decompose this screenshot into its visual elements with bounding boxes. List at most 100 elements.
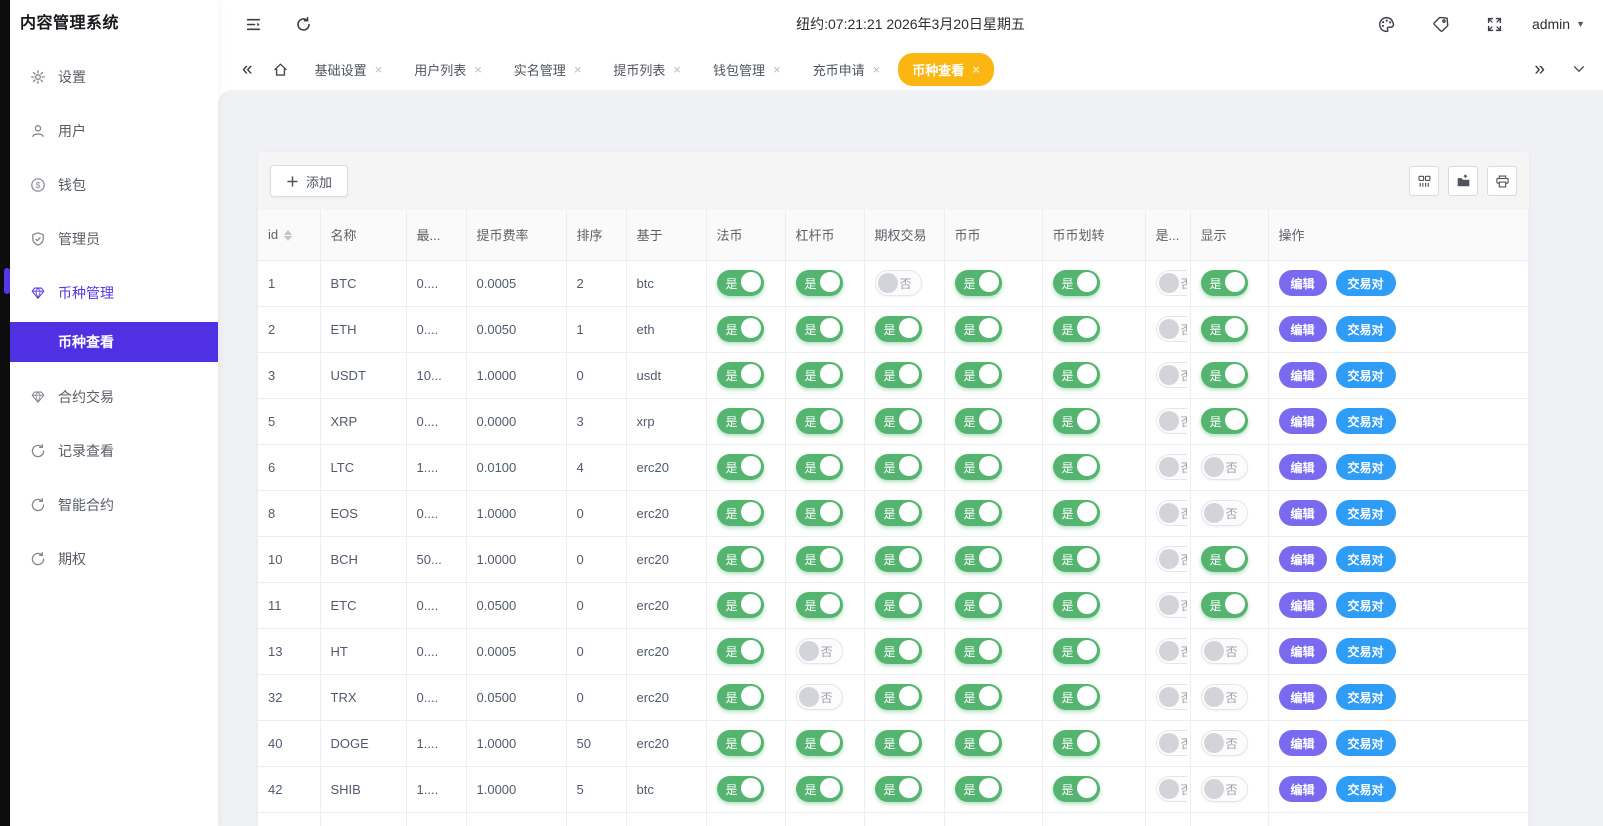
pairs-button[interactable]: 交易对	[1336, 546, 1396, 572]
spot-toggle[interactable]: 是	[955, 592, 1002, 618]
spot-toggle[interactable]: 是	[955, 776, 1002, 802]
flag-toggle[interactable]: 否	[1156, 776, 1187, 802]
display-toggle[interactable]: 否	[1201, 638, 1248, 664]
spot-toggle[interactable]: 是	[955, 454, 1002, 480]
edit-button[interactable]: 编辑	[1279, 592, 1327, 618]
tag-icon[interactable]	[1424, 7, 1458, 41]
close-icon[interactable]: ×	[773, 63, 781, 76]
leverage-toggle[interactable]: 否	[796, 684, 843, 710]
edit-button[interactable]: 编辑	[1279, 454, 1327, 480]
fiat-toggle[interactable]: 是	[717, 592, 764, 618]
flag-toggle[interactable]: 否	[1156, 408, 1187, 434]
spot-toggle[interactable]: 是	[955, 316, 1002, 342]
leverage-toggle[interactable]: 是	[796, 500, 843, 526]
tabs-menu-chevron-icon[interactable]	[1571, 61, 1587, 77]
display-toggle[interactable]: 是	[1201, 592, 1248, 618]
edit-button[interactable]: 编辑	[1279, 500, 1327, 526]
sidebar-item-smart-contract[interactable]: 智能合约	[10, 478, 218, 532]
sidebar-item-settings[interactable]: 设置	[10, 50, 218, 104]
display-toggle[interactable]: 是	[1201, 362, 1248, 388]
tab-withdraw-list[interactable]: 提币列表×	[599, 53, 695, 86]
sidebar-item-records[interactable]: 记录查看	[10, 424, 218, 478]
transfer-toggle[interactable]: 是	[1053, 592, 1100, 618]
spot-toggle[interactable]: 是	[955, 362, 1002, 388]
edit-button[interactable]: 编辑	[1279, 776, 1327, 802]
leverage-toggle[interactable]: 是	[796, 546, 843, 572]
leverage-toggle[interactable]: 是	[796, 592, 843, 618]
options-toggle[interactable]: 是	[875, 316, 922, 342]
leverage-toggle[interactable]: 是	[796, 730, 843, 756]
tabs-forward-button[interactable]: »	[1526, 60, 1553, 79]
options-toggle[interactable]: 是	[875, 776, 922, 802]
edit-button[interactable]: 编辑	[1279, 408, 1327, 434]
tab-realname-manage[interactable]: 实名管理×	[500, 53, 596, 86]
transfer-toggle[interactable]: 是	[1053, 316, 1100, 342]
transfer-toggle[interactable]: 是	[1053, 730, 1100, 756]
sidebar-item-admins[interactable]: 管理员	[10, 212, 218, 266]
spot-toggle[interactable]: 是	[955, 546, 1002, 572]
spot-toggle[interactable]: 是	[955, 270, 1002, 296]
pairs-button[interactable]: 交易对	[1336, 684, 1396, 710]
display-toggle[interactable]: 否	[1201, 500, 1248, 526]
edit-button[interactable]: 编辑	[1279, 684, 1327, 710]
sidebar-item-coin-manage[interactable]: 币种管理	[10, 266, 218, 320]
home-icon[interactable]	[265, 54, 297, 84]
transfer-toggle[interactable]: 是	[1053, 362, 1100, 388]
fiat-toggle[interactable]: 是	[717, 454, 764, 480]
tab-user-list[interactable]: 用户列表×	[400, 53, 496, 86]
tab-base-settings[interactable]: 基础设置×	[301, 53, 397, 86]
flag-toggle[interactable]: 否	[1156, 684, 1187, 710]
display-toggle[interactable]: 否	[1201, 684, 1248, 710]
pairs-button[interactable]: 交易对	[1336, 270, 1396, 296]
transfer-toggle[interactable]: 是	[1053, 270, 1100, 296]
options-toggle[interactable]: 是	[875, 362, 922, 388]
fiat-toggle[interactable]: 是	[717, 684, 764, 710]
leverage-toggle[interactable]: 否	[796, 638, 843, 664]
print-icon[interactable]	[1487, 166, 1517, 196]
transfer-toggle[interactable]: 是	[1053, 408, 1100, 434]
options-toggle[interactable]: 否	[875, 270, 922, 296]
sort-icon[interactable]	[284, 230, 292, 241]
fiat-toggle[interactable]: 是	[717, 408, 764, 434]
close-icon[interactable]: ×	[873, 63, 881, 76]
options-toggle[interactable]: 是	[875, 500, 922, 526]
leverage-toggle[interactable]: 是	[796, 454, 843, 480]
options-toggle[interactable]: 是	[875, 454, 922, 480]
display-toggle[interactable]: 是	[1201, 316, 1248, 342]
display-toggle[interactable]: 是	[1201, 546, 1248, 572]
fiat-toggle[interactable]: 是	[717, 638, 764, 664]
user-menu[interactable]: admin ▼	[1532, 16, 1585, 32]
display-toggle[interactable]: 否	[1201, 730, 1248, 756]
pairs-button[interactable]: 交易对	[1336, 362, 1396, 388]
flag-toggle[interactable]: 否	[1156, 500, 1187, 526]
close-icon[interactable]: ×	[474, 63, 482, 76]
leverage-toggle[interactable]: 是	[796, 776, 843, 802]
transfer-toggle[interactable]: 是	[1053, 546, 1100, 572]
options-toggle[interactable]: 是	[875, 684, 922, 710]
fiat-toggle[interactable]: 是	[717, 362, 764, 388]
flag-toggle[interactable]: 否	[1156, 546, 1187, 572]
edit-button[interactable]: 编辑	[1279, 546, 1327, 572]
leverage-toggle[interactable]: 是	[796, 270, 843, 296]
sidebar-item-options[interactable]: 期权	[10, 532, 218, 586]
display-toggle[interactable]: 是	[1201, 408, 1248, 434]
options-toggle[interactable]: 是	[875, 730, 922, 756]
transfer-toggle[interactable]: 是	[1053, 638, 1100, 664]
flag-toggle[interactable]: 否	[1156, 730, 1187, 756]
close-icon[interactable]: ×	[673, 63, 681, 76]
export-icon[interactable]	[1448, 166, 1478, 196]
columns-icon[interactable]	[1409, 166, 1439, 196]
close-icon[interactable]: ×	[574, 63, 582, 76]
fiat-toggle[interactable]: 是	[717, 730, 764, 756]
pairs-button[interactable]: 交易对	[1336, 776, 1396, 802]
collapse-menu-icon[interactable]	[236, 7, 270, 41]
close-icon[interactable]: ×	[375, 63, 383, 76]
display-toggle[interactable]: 否	[1201, 776, 1248, 802]
edit-button[interactable]: 编辑	[1279, 316, 1327, 342]
spot-toggle[interactable]: 是	[955, 684, 1002, 710]
flag-toggle[interactable]: 否	[1156, 592, 1187, 618]
flag-toggle[interactable]: 否	[1156, 454, 1187, 480]
flag-toggle[interactable]: 否	[1156, 362, 1187, 388]
spot-toggle[interactable]: 是	[955, 500, 1002, 526]
add-button[interactable]: 添加	[270, 165, 348, 197]
